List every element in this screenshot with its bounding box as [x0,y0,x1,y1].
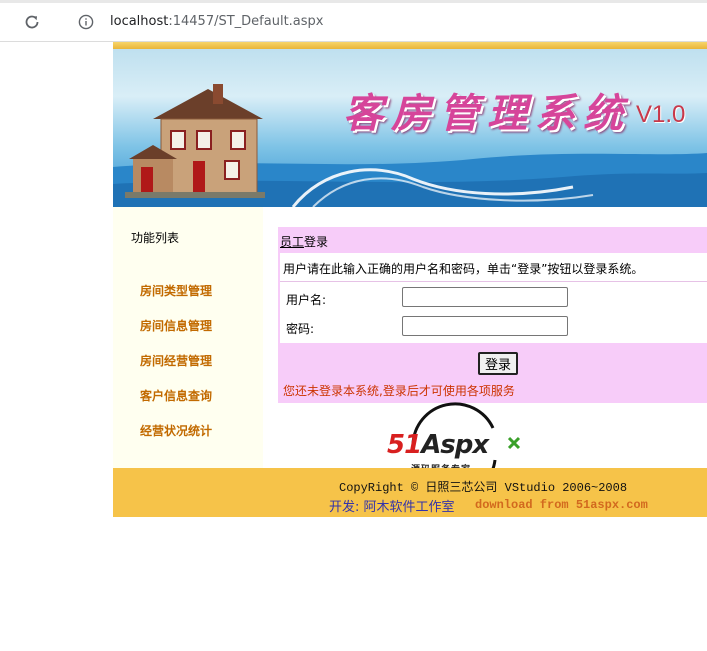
login-title: 员工登录 [280,233,328,250]
banner-title: 客房管理系统 [343,90,631,137]
username-input[interactable] [402,287,568,307]
info-icon[interactable] [78,14,94,30]
sidebar: 功能列表 房间类型管理 房间信息管理 房间经营管理 客户信息查询 经营状况统计 [113,207,263,468]
footer-dev-label: 开发: [329,500,360,515]
footer-download-link[interactable]: download from 51aspx.com [475,498,648,512]
username-label: 用户名: [286,293,327,307]
address-bar[interactable]: localhost:14457/ST_Default.aspx [62,6,707,38]
sidebar-item-room-type[interactable]: 房间类型管理 [140,282,212,299]
main-content: 员工登录 用户请在此输入正确的用户名和密码，单击“登录”按钮以登录系统。 用户名… [263,207,707,499]
url-host: localhost [110,14,169,29]
footer-developer: 开发: 阿木软件工作室 [329,496,455,515]
tab-strip [0,0,707,3]
logo-text: 51Aspx [387,430,489,460]
reload-icon [25,15,39,29]
sidebar-title: 功能列表 [131,231,180,245]
footer-copyright: CopyRight © 日照三芯公司 VStudio 2006~2008 [339,481,628,495]
sidebar-item-room-info[interactable]: 房间信息管理 [140,317,212,334]
banner-version: V1.0 [636,101,686,128]
form-divider [280,281,707,282]
sidebar-item-customer-query[interactable]: 客户信息查询 [140,387,212,404]
reload-button[interactable] [20,11,44,33]
login-instruction: 用户请在此输入正确的用户名和密码，单击“登录”按钮以登录系统。 [283,262,644,276]
top-gold-strip [113,42,707,49]
password-input[interactable] [402,316,568,336]
page: 客房管理系统 V1.0 功能列表 房间类型管理 房间信息管理 房间经营管理 客户… [113,42,707,517]
browser-toolbar: localhost:14457/ST_Default.aspx [0,0,707,42]
login-form: 用户请在此输入正确的用户名和密码，单击“登录”按钮以登录系统。 用户名: 密码: [280,253,707,343]
logo-text-red: 51 [387,430,422,460]
footer: CopyRight © 日照三芯公司 VStudio 2006~2008 开发:… [113,468,707,517]
url-text[interactable]: localhost:14457/ST_Default.aspx [110,14,323,29]
login-title-underlined: 员工 [280,235,305,249]
login-title-rest: 登录 [304,235,329,249]
logo-x-icon [507,435,521,450]
password-label: 密码: [286,322,315,336]
logo-text-dark: Aspx [421,430,489,460]
house-icon [125,84,265,198]
url-path: :14457/ST_Default.aspx [168,14,324,29]
sidebar-item-room-operation[interactable]: 房间经营管理 [140,352,212,369]
login-button[interactable]: 登录 [478,352,518,375]
login-notice: 您还未登录本系统,登录后才可使用各项服务 [283,384,515,398]
sidebar-item-business-stats[interactable]: 经营状况统计 [140,422,212,439]
footer-dev-name[interactable]: 阿木软件工作室 [364,500,455,515]
login-panel: 员工登录 用户请在此输入正确的用户名和密码，单击“登录”按钮以登录系统。 用户名… [278,227,707,403]
banner: 客房管理系统 V1.0 [113,49,707,207]
